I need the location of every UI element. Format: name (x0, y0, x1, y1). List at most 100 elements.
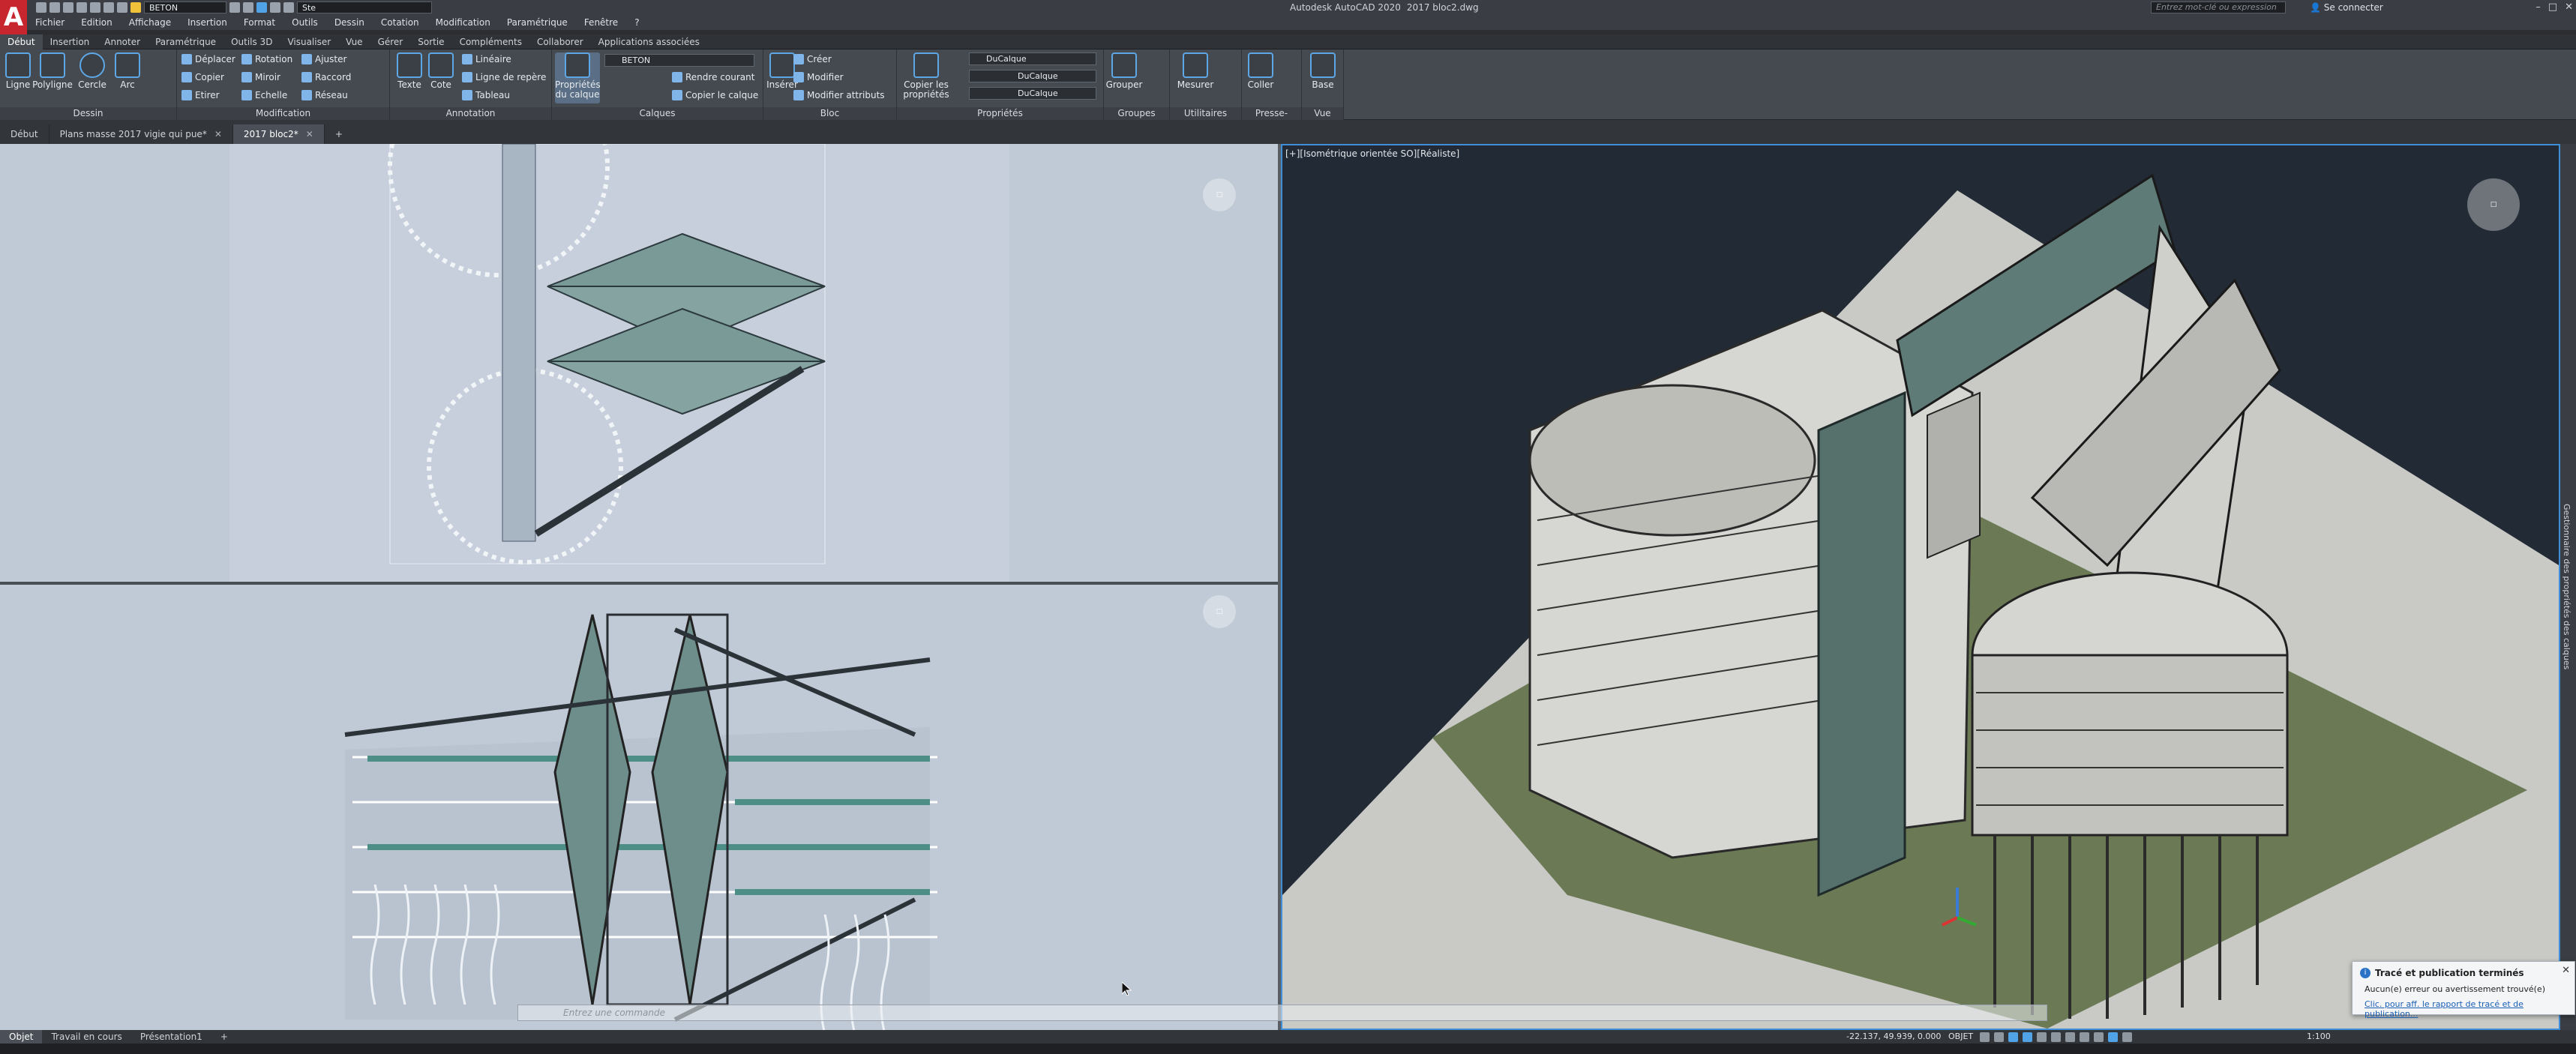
layer-quick-combo[interactable]: BETON (144, 1, 226, 13)
doc-tab-start[interactable]: Début (0, 124, 49, 144)
viewport-3d[interactable]: [+][Isométrique orientée SO][Réaliste] □ (1281, 144, 2560, 1030)
close-icon[interactable]: ✕ (214, 124, 222, 144)
reseau-button[interactable]: Réseau (301, 90, 348, 100)
close-icon[interactable]: ✕ (306, 124, 313, 144)
panel-proprietes-title[interactable]: Propriétés (897, 107, 1103, 120)
rotation-button[interactable]: Rotation (241, 54, 292, 64)
selection-cycling-icon[interactable] (2094, 1032, 2104, 1042)
tab-applications[interactable]: Applications associées (591, 34, 707, 49)
menu-affichage[interactable]: Affichage (121, 17, 179, 28)
add-layout-button[interactable]: + (211, 1030, 237, 1044)
saveas-icon[interactable] (76, 2, 87, 13)
tab-annoter[interactable]: Annoter (97, 34, 148, 49)
layer-previous-icon[interactable] (243, 2, 253, 13)
menu-fenetre[interactable]: Fenêtre (576, 17, 626, 28)
maximize-icon[interactable]: □ (2548, 1, 2557, 13)
viewcube[interactable]: □ (2467, 178, 2520, 231)
cercle-button[interactable]: Cercle (75, 52, 109, 90)
cote-button[interactable]: Cote (426, 52, 456, 90)
copier-proprietes-button[interactable]: Copier les propriétés (897, 52, 955, 100)
layout-tab-objet[interactable]: Objet (0, 1030, 43, 1044)
copier-button[interactable]: Copier (181, 72, 224, 82)
notification-report-link[interactable]: Clic. pour aff. le rapport de tracé et d… (2365, 999, 2575, 1019)
menu-outils[interactable]: Outils (283, 17, 326, 28)
etirer-button[interactable]: Etirer (181, 90, 220, 100)
tab-insertion[interactable]: Insertion (43, 34, 97, 49)
transparency-icon[interactable] (2080, 1032, 2089, 1042)
panel-calques-title[interactable]: Calques (552, 107, 763, 120)
layer-combo[interactable]: BETON (604, 54, 754, 67)
menu-format[interactable]: Format (235, 17, 283, 28)
modifier-attributs-button[interactable]: Modifier attributs (793, 90, 885, 100)
menu-insertion[interactable]: Insertion (179, 17, 235, 28)
workspace-combo[interactable]: Ste (297, 1, 432, 13)
color-combo[interactable]: DuCalque (969, 52, 1096, 65)
panel-modification-title[interactable]: Modification (177, 107, 389, 120)
panel-annotation-title[interactable]: Annotation (390, 107, 551, 120)
viewport-top[interactable]: □ (0, 144, 1278, 583)
copier-calque-button[interactable]: Copier le calque (672, 90, 758, 100)
viewport-elevation[interactable]: □ (0, 585, 1278, 1030)
tab-vue[interactable]: Vue (338, 34, 370, 49)
panel-presse-papiers-title[interactable]: Presse-papiers (1242, 107, 1301, 131)
menu-modification[interactable]: Modification (427, 17, 499, 28)
menu-edition[interactable]: Edition (73, 17, 121, 28)
creer-button[interactable]: Créer (793, 54, 832, 64)
raccord-button[interactable]: Raccord (301, 72, 351, 82)
tab-complements[interactable]: Compléments (452, 34, 529, 49)
grouper-button[interactable]: Grouper (1105, 52, 1143, 90)
menu-fichier[interactable]: Fichier (27, 17, 73, 28)
panel-dessin-title[interactable]: Dessin (0, 107, 176, 120)
plot-notification[interactable]: i Tracé et publication terminés Aucun(e)… (2352, 961, 2575, 1019)
gizmo-icon[interactable] (2108, 1032, 2118, 1042)
tableau-button[interactable]: Tableau (462, 90, 510, 100)
menu-help[interactable]: ? (626, 17, 647, 28)
application-menu-button[interactable]: A (0, 0, 27, 34)
ortho-icon[interactable] (2008, 1032, 2018, 1042)
minimize-icon[interactable]: – (2536, 1, 2541, 13)
new-icon[interactable] (36, 2, 46, 13)
deplacer-button[interactable]: Déplacer (181, 54, 235, 64)
match-icon[interactable] (229, 2, 240, 13)
grid-icon[interactable] (1980, 1032, 1990, 1042)
viewcube[interactable]: □ (1203, 178, 1236, 211)
osnap-icon[interactable] (2037, 1032, 2047, 1042)
menu-cotation[interactable]: Cotation (373, 17, 427, 28)
close-icon[interactable]: ✕ (2565, 1, 2573, 13)
base-button[interactable]: Base (1306, 52, 1339, 90)
proprietes-calque-button[interactable]: Propriétés du calque (555, 52, 601, 103)
new-tab-button[interactable]: + (325, 124, 353, 144)
coller-button[interactable]: Coller (1242, 52, 1279, 90)
lineweight-icon[interactable] (2065, 1032, 2075, 1042)
panel-bloc-title[interactable]: Bloc (763, 107, 896, 120)
annotation-scale[interactable]: 1:100 (2307, 1032, 2331, 1041)
doc-tab-bloc2[interactable]: 2017 bloc2* ✕ (232, 124, 325, 144)
tab-visualiser[interactable]: Visualiser (280, 34, 338, 49)
linetype-combo[interactable]: DuCalque (969, 70, 1096, 82)
layer-properties-palette[interactable]: Gestionnaire des propriétés des calques (2560, 144, 2576, 1030)
command-line-input[interactable]: Entrez une commande (517, 1005, 2047, 1021)
save-icon[interactable] (63, 2, 73, 13)
polyligne-button[interactable]: Polyligne (31, 52, 73, 90)
polar-icon[interactable] (2023, 1032, 2032, 1042)
panel-vue-title[interactable]: Vue (1302, 107, 1343, 120)
snap-icon[interactable] (1994, 1032, 2004, 1042)
lineaire-button[interactable]: Linéaire (462, 54, 511, 64)
search-input[interactable]: Entrez mot-clé ou expression (2151, 1, 2286, 13)
ligne-repere-button[interactable]: Ligne de repère (462, 72, 546, 82)
layout-tab-travail[interactable]: Travail en cours (42, 1030, 130, 1044)
open-icon[interactable] (49, 2, 60, 13)
ligne-button[interactable]: Ligne (3, 52, 33, 90)
coordinates-readout[interactable]: -22.137, 49.939, 0.000 (1846, 1032, 1941, 1041)
menu-dessin[interactable]: Dessin (326, 17, 373, 28)
viewcube[interactable]: □ (1203, 595, 1236, 628)
viewport-label[interactable]: [+][Isométrique orientée SO][Réaliste] (1285, 148, 1459, 159)
tab-debut[interactable]: Début (0, 34, 43, 49)
arc-button[interactable]: Arc (112, 52, 142, 90)
lineweight-combo[interactable]: DuCalque (969, 87, 1096, 100)
modifier-button[interactable]: Modifier (793, 72, 844, 82)
layout-tab-presentation1[interactable]: Présentation1 (131, 1030, 211, 1044)
undo-icon[interactable] (103, 2, 114, 13)
annotation-visibility-icon[interactable] (2122, 1032, 2132, 1042)
tab-sortie[interactable]: Sortie (410, 34, 451, 49)
